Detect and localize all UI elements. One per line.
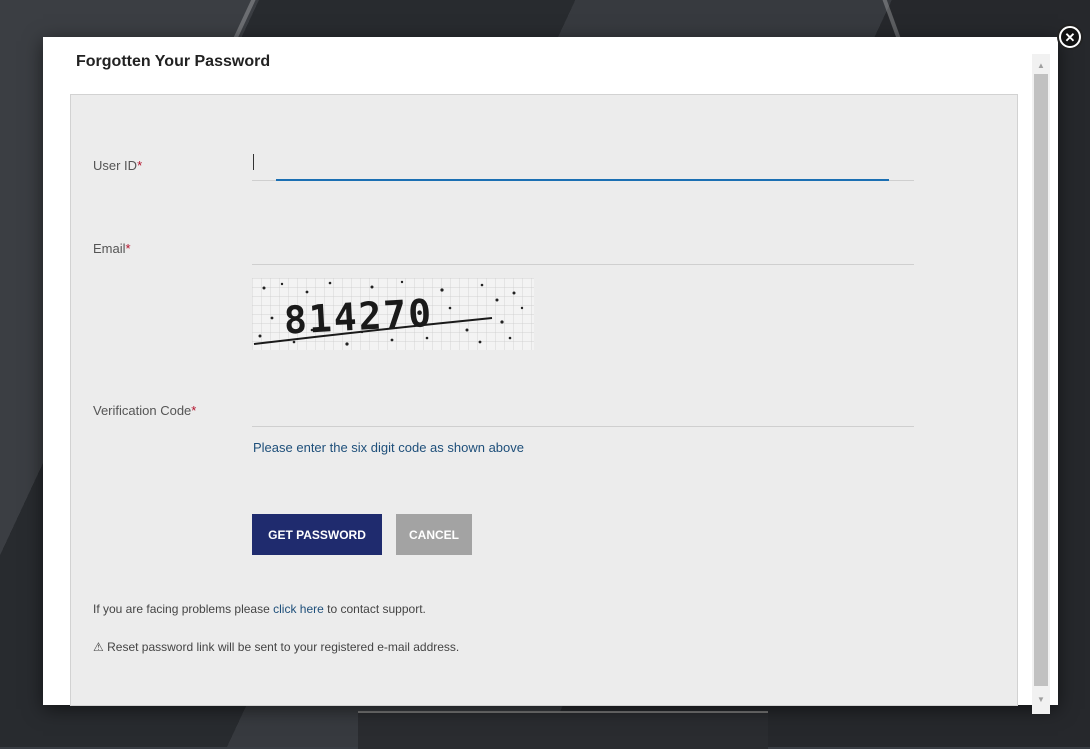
- support-note: If you are facing problems please click …: [93, 602, 426, 616]
- reset-note-text: Reset password link will be sent to your…: [103, 640, 460, 654]
- close-icon: ✕: [1061, 28, 1079, 46]
- scroll-down-icon[interactable]: ▼: [1032, 690, 1050, 708]
- captcha-graphic: 814270: [252, 278, 534, 350]
- scroll-up-icon[interactable]: ▲: [1032, 56, 1050, 74]
- email-label-text: Email: [93, 241, 126, 256]
- captcha-code: 814270: [283, 291, 434, 343]
- user-id-input[interactable]: [252, 150, 914, 180]
- user-id-focus-underline: [276, 179, 889, 181]
- scrollbar-thumb[interactable]: [1034, 74, 1048, 686]
- dialog-title: Forgotten Your Password: [76, 53, 271, 70]
- email-underline: [252, 264, 914, 265]
- required-asterisk: *: [125, 241, 131, 256]
- email-label: Email*: [93, 241, 131, 256]
- user-id-label-text: User ID: [93, 158, 138, 173]
- verification-code-input[interactable]: [252, 396, 914, 426]
- close-button[interactable]: ✕: [1057, 24, 1083, 50]
- warning-icon: ⚠: [93, 640, 104, 654]
- support-note-prefix: If you are facing problems please: [93, 602, 274, 616]
- contact-support-link[interactable]: click here: [273, 602, 324, 616]
- user-id-label: User ID*: [93, 158, 142, 173]
- verification-underline: [252, 426, 914, 427]
- email-input[interactable]: [252, 234, 914, 264]
- background-element: [358, 711, 768, 749]
- verification-hint: Please enter the six digit code as shown…: [253, 440, 525, 455]
- support-note-suffix: to contact support.: [323, 602, 426, 616]
- verification-code-label: Verification Code*: [93, 403, 196, 418]
- get-password-button[interactable]: GET PASSWORD: [252, 514, 382, 555]
- text-caret: [253, 154, 254, 170]
- cancel-button[interactable]: CANCEL: [396, 514, 472, 555]
- captcha-image: 814270: [252, 278, 534, 350]
- verification-code-label-text: Verification Code: [93, 403, 192, 418]
- reset-note: ⚠ Reset password link will be sent to yo…: [93, 640, 459, 654]
- required-asterisk: *: [137, 158, 143, 173]
- required-asterisk: *: [191, 403, 197, 418]
- dialog-scrollbar[interactable]: ▲ ▼: [1032, 54, 1050, 714]
